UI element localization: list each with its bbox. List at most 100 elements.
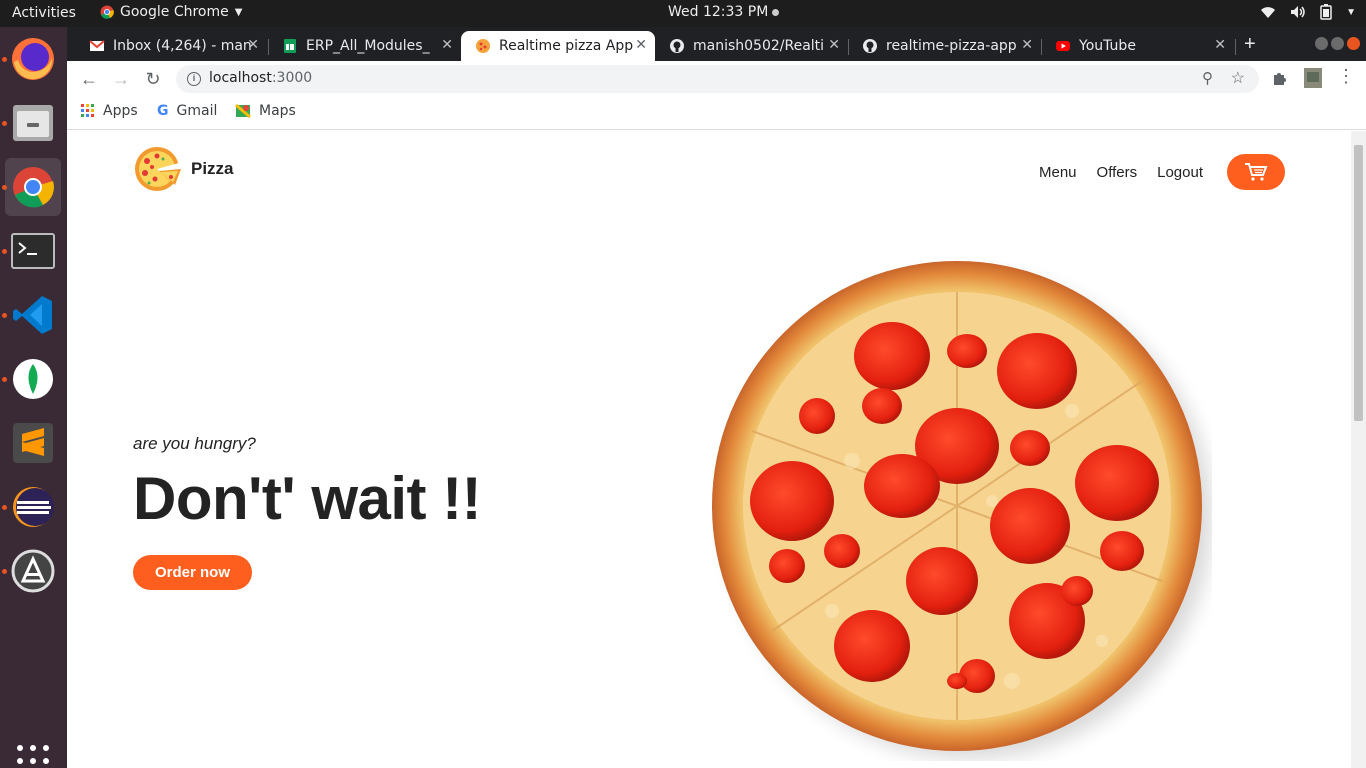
vscode-icon <box>13 296 52 334</box>
site-info-icon[interactable]: i <box>187 72 201 86</box>
window-controls <box>1315 37 1360 50</box>
firefox-icon <box>12 38 54 80</box>
tab-title: YouTube <box>1079 38 1136 54</box>
running-indicator <box>2 377 7 382</box>
kebab-menu-icon[interactable]: ⋮ <box>1337 66 1355 87</box>
running-indicator <box>2 57 7 62</box>
close-tab-icon[interactable]: ✕ <box>828 37 840 53</box>
dock <box>0 27 67 768</box>
software-updater-icon <box>11 549 55 593</box>
dock-firefox[interactable] <box>5 30 61 88</box>
mongodb-compass-icon <box>13 359 53 399</box>
new-tab-button[interactable]: + <box>1244 33 1256 56</box>
url-text[interactable]: localhost:3000 <box>209 70 312 86</box>
tab-title: ERP_All_Modules_ <box>306 38 430 54</box>
tab-erp[interactable]: ERP_All_Modules_ ✕ <box>268 31 461 61</box>
bookmark-label: Maps <box>259 103 296 119</box>
close-tab-icon[interactable]: ✕ <box>247 37 259 53</box>
dock-vscode[interactable] <box>5 286 61 344</box>
nav-links: Menu Offers Logout <box>1039 154 1285 190</box>
close-tab-icon[interactable]: ✕ <box>1021 37 1033 53</box>
sheets-icon <box>284 39 296 53</box>
extensions-icon[interactable] <box>1271 70 1287 86</box>
bookmark-label: Apps <box>103 103 138 119</box>
tab-title: realtime-pizza-app <box>886 38 1017 54</box>
files-icon <box>13 105 53 141</box>
dock-sublime[interactable] <box>5 414 61 472</box>
github-icon <box>670 39 684 53</box>
tab-github-repo[interactable]: manish0502/Realti ✕ <box>655 31 848 61</box>
gmail-icon <box>89 40 105 51</box>
eclipse-icon <box>13 487 54 527</box>
maps-icon <box>235 103 251 119</box>
clock[interactable]: Wed 12:33 PM <box>668 4 780 20</box>
nav-menu-link[interactable]: Menu <box>1039 164 1077 181</box>
dock-files[interactable] <box>5 94 61 152</box>
activities-button[interactable]: Activities <box>12 5 76 21</box>
minimize-window-icon[interactable] <box>1315 37 1328 50</box>
close-tab-icon[interactable]: ✕ <box>1214 37 1226 53</box>
app-menu-label: Google Chrome <box>120 4 229 20</box>
wifi-icon <box>1261 7 1276 18</box>
dock-chrome[interactable] <box>5 158 61 216</box>
profile-avatar-icon[interactable] <box>1303 67 1323 89</box>
pizza-icon <box>476 39 490 53</box>
pizza-logo-icon <box>135 147 181 191</box>
order-now-button[interactable]: Order now <box>133 555 253 590</box>
dock-software-updater[interactable] <box>5 542 61 600</box>
address-bar[interactable]: i localhost:3000 ⚲ ☆ <box>176 65 1259 93</box>
terminal-icon <box>11 233 55 269</box>
dock-mongodb-compass[interactable] <box>5 350 61 408</box>
running-indicator <box>2 249 7 254</box>
scrollbar-thumb[interactable] <box>1354 145 1363 421</box>
bookmarks-bar: Apps G Gmail Maps <box>67 97 1366 130</box>
bookmark-gmail[interactable]: G Gmail <box>157 103 217 119</box>
zoom-icon[interactable]: ⚲ <box>1202 69 1213 87</box>
chrome-small-icon <box>100 5 114 19</box>
close-window-icon[interactable] <box>1347 37 1360 50</box>
running-indicator <box>2 121 7 126</box>
hero-headline: Don't' wait !! <box>133 465 482 532</box>
page-scrollbar[interactable] <box>1351 131 1366 768</box>
forward-button[interactable]: → <box>111 69 131 89</box>
running-indicator <box>2 313 7 318</box>
app-menu[interactable]: Google Chrome ▼ <box>100 4 242 20</box>
running-indicator <box>2 185 7 190</box>
system-top-bar: Activities Google Chrome ▼ Wed 12:33 PM … <box>0 0 1366 27</box>
tab-youtube[interactable]: YouTube ✕ <box>1041 31 1234 61</box>
apps-grid-icon <box>81 104 94 117</box>
tab-realtime-pizza[interactable]: Realtime pizza App ✕ <box>461 31 655 61</box>
nav-offers-link[interactable]: Offers <box>1097 164 1138 181</box>
bookmark-star-icon[interactable]: ☆ <box>1231 68 1245 88</box>
volume-icon <box>1291 6 1305 18</box>
brand-name: Pizza <box>191 159 234 178</box>
site-logo[interactable]: Pizza <box>133 145 234 193</box>
dock-terminal[interactable] <box>5 222 61 280</box>
bookmark-maps[interactable]: Maps <box>235 103 296 119</box>
clock-text: Wed 12:33 PM <box>668 4 769 20</box>
site-navbar: Pizza Menu Offers Logout <box>133 145 1285 195</box>
dock-eclipse[interactable] <box>5 478 61 536</box>
close-tab-icon[interactable]: ✕ <box>441 37 453 53</box>
tab-gmail[interactable]: Inbox (4,264) - man ✕ <box>75 31 267 61</box>
running-indicator <box>2 505 7 510</box>
cart-button[interactable] <box>1227 154 1285 190</box>
github-icon <box>863 39 877 53</box>
back-button[interactable]: ← <box>79 69 99 89</box>
show-apps-icon[interactable] <box>17 745 49 768</box>
maximize-window-icon[interactable] <box>1331 37 1344 50</box>
reload-button[interactable]: ↻ <box>143 69 163 89</box>
youtube-icon <box>1056 41 1070 51</box>
bookmark-apps[interactable]: Apps <box>81 103 138 119</box>
chrome-icon <box>13 167 54 208</box>
tab-separator <box>1235 39 1236 55</box>
chevron-down-icon: ▼ <box>234 6 243 18</box>
system-tray[interactable]: ▼ <box>1260 4 1356 20</box>
close-tab-icon[interactable]: ✕ <box>635 37 647 53</box>
nav-logout-link[interactable]: Logout <box>1157 164 1203 181</box>
tab-strip: Inbox (4,264) - man ✕ ERP_All_Modules_ ✕… <box>67 27 1366 61</box>
sublime-text-icon <box>13 423 53 463</box>
tab-github-realtime[interactable]: realtime-pizza-app ✕ <box>848 31 1041 61</box>
browser-window: Inbox (4,264) - man ✕ ERP_All_Modules_ ✕… <box>67 27 1366 768</box>
hero-text: are you hungry? Don't' wait !! Order now <box>133 434 482 590</box>
